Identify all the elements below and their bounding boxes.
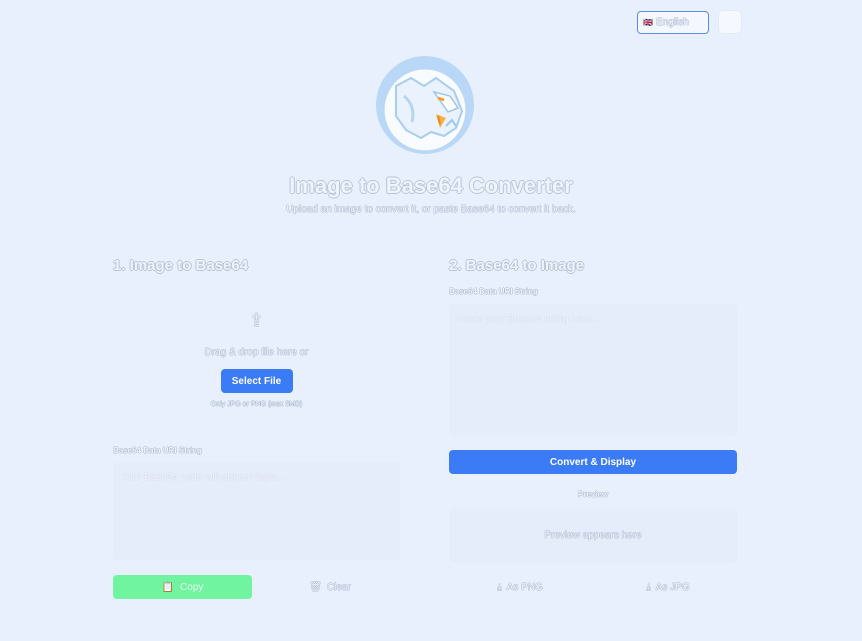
output-label: Base64 Data URI String: [113, 446, 202, 455]
download-icon: ⤓: [646, 581, 651, 593]
base64-output-field[interactable]: [113, 462, 400, 560]
preview-label: Preview: [577, 490, 609, 499]
wolf-logo: [376, 56, 474, 154]
clear-button[interactable]: 🗑 Clear: [300, 575, 360, 599]
language-select[interactable]: 🇬🇧 English: [637, 11, 709, 34]
upload-icon: ⇪: [248, 310, 265, 330]
clipboard-icon: 📋: [161, 581, 175, 593]
drop-text: Drag & drop file here or: [204, 347, 309, 358]
language-label: English: [655, 17, 689, 28]
theme-toggle-button[interactable]: [718, 10, 742, 34]
copy-button[interactable]: 📋 Copy: [113, 575, 252, 599]
base64-input-field[interactable]: [449, 304, 737, 436]
wolf-logo-icon: [395, 76, 464, 140]
uk-flag-icon: 🇬🇧: [643, 18, 653, 27]
input-label: Base64 Data URI String: [449, 287, 538, 296]
preview-area: Preview appears here: [449, 508, 737, 563]
download-icon: ⤓: [497, 581, 502, 593]
convert-display-button[interactable]: Convert & Display: [449, 450, 737, 474]
download-jpg-button[interactable]: ⤓ As JPG: [638, 575, 698, 599]
file-type-hint: Only JPG or PNG (max 5MB): [210, 401, 303, 408]
section-heading-image-to-base64: 1. Image to Base64: [113, 257, 249, 274]
section-heading-base64-to-image: 2. Base64 to Image: [449, 257, 585, 274]
page-subtitle: Upload an image to convert it, or paste …: [286, 204, 576, 215]
download-png-button[interactable]: ⤓ As PNG: [490, 575, 550, 599]
preview-placeholder: Preview appears here: [544, 530, 642, 541]
png-label: As PNG: [506, 581, 543, 593]
file-dropzone[interactable]: ⇪ Drag & drop file here or Select File O…: [113, 300, 400, 425]
select-file-button[interactable]: Select File: [220, 369, 293, 393]
jpg-label: As JPG: [655, 581, 690, 593]
page-title: Image to Base64 Converter: [289, 173, 573, 198]
clear-label: Clear: [326, 581, 351, 593]
copy-label: Copy: [180, 581, 204, 593]
trash-icon: 🗑: [309, 581, 322, 593]
